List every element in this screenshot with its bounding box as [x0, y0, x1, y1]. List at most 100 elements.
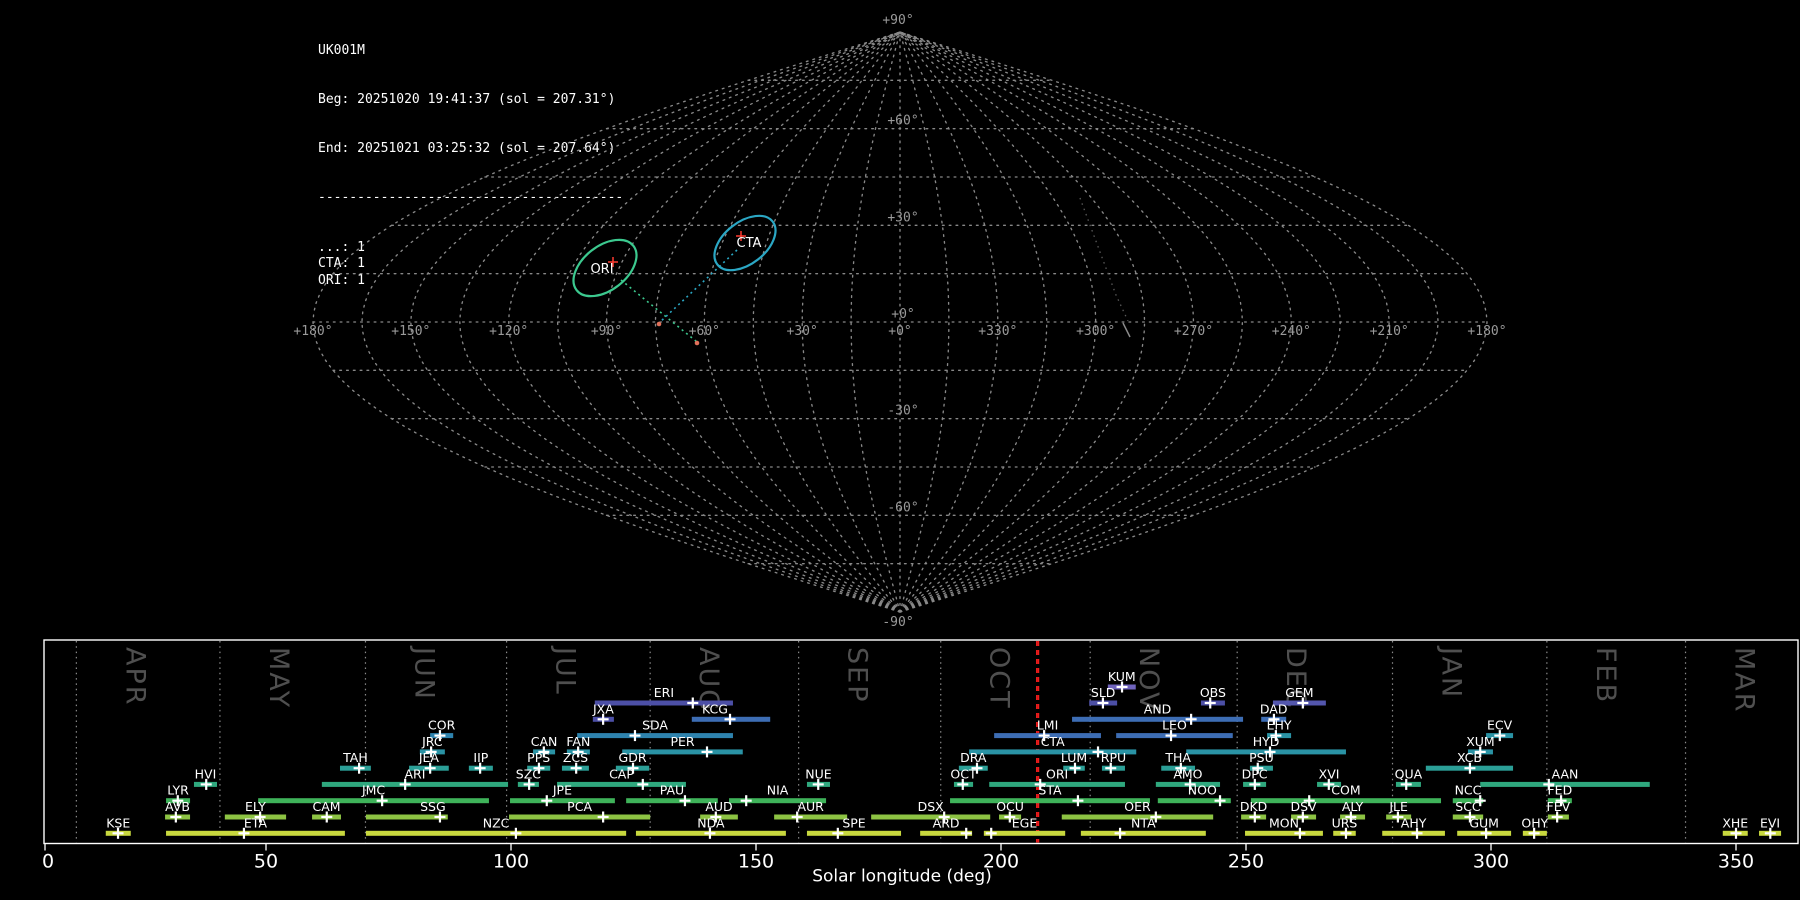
shower-label: KSE: [106, 815, 130, 830]
shower-label: OBS: [1200, 685, 1226, 700]
shower-jxa: JXA: [592, 701, 614, 725]
month-label: MAY: [263, 647, 294, 709]
x-tick-label: 0: [42, 851, 54, 873]
shower-label: TAH: [342, 750, 368, 765]
shower-label: ALY: [1342, 799, 1364, 814]
shower-label: ERI: [654, 685, 674, 700]
shower-label: OCT: [950, 766, 977, 781]
month-label: DEC: [1280, 647, 1311, 710]
shower-bar: [1081, 831, 1206, 836]
shower-label: SCC: [1455, 799, 1481, 814]
shower-label: ARD: [933, 815, 960, 830]
shower-label: DSX: [918, 799, 945, 814]
shower-label: PSU: [1249, 750, 1274, 765]
shower-label: FAN: [566, 734, 590, 749]
shower-label: OER: [1124, 799, 1151, 814]
shower-nda: NDA: [636, 815, 786, 839]
shower-label: EGE: [1012, 815, 1038, 830]
shower-ege: EGE: [984, 815, 1065, 839]
x-tick-label: 250: [1228, 851, 1264, 873]
shower-iip: IIP: [469, 750, 493, 774]
shower-rpu: RPU: [1101, 750, 1126, 774]
shower-label: URS: [1332, 815, 1358, 830]
shower-label: EHY: [1267, 718, 1292, 733]
shower-label: NCC: [1455, 783, 1482, 798]
shower-ohy: OHY: [1521, 815, 1548, 839]
shower-label: XCB: [1457, 750, 1482, 765]
shower-label: XUM: [1466, 734, 1495, 749]
shower-label: LYR: [167, 783, 189, 798]
x-tick-label: 350: [1718, 851, 1754, 873]
shower-bar: [1072, 717, 1243, 722]
month-label: JUL: [550, 645, 581, 696]
shower-label: RPU: [1101, 750, 1126, 765]
shower-label: NIA: [767, 783, 789, 798]
shower-label: NUE: [805, 766, 831, 781]
shower-bar: [258, 798, 489, 803]
shower-bar: [366, 831, 626, 836]
shower-label: KUM: [1108, 669, 1136, 684]
x-tick-label: 150: [738, 851, 774, 873]
x-tick-label: 100: [493, 851, 529, 873]
shower-bar: [577, 733, 733, 738]
shower-label: XVI: [1319, 766, 1340, 781]
shower-label: KCG: [702, 701, 728, 716]
shower-hvi: HVI: [194, 766, 217, 790]
shower-fev: FEV: [1547, 799, 1571, 823]
activity-timeline-chart: APRMAYJUNJULAUGSEPOCTNOVDECJANFEBMARKUME…: [0, 0, 1800, 900]
shower-label: CAP: [609, 766, 634, 781]
shower-label: NDA: [697, 815, 725, 830]
shower-label: GDR: [619, 750, 647, 765]
shower-label: ZCS: [563, 750, 588, 765]
shower-kse: KSE: [106, 815, 131, 839]
shower-label: IIP: [473, 750, 488, 765]
shower-bar: [322, 782, 508, 787]
shower-label: ARI: [404, 766, 425, 781]
shower-label: SZC: [516, 766, 541, 781]
shower-label: JMC: [361, 783, 385, 798]
shower-label: PPS: [527, 750, 550, 765]
shower-label: AAN: [1552, 766, 1579, 781]
x-axis-title: Solar longitude (deg): [812, 867, 992, 887]
shower-bar: [626, 798, 718, 803]
month-label: OCT: [984, 647, 1015, 710]
shower-bar: [807, 831, 901, 836]
shower-label: ECV: [1487, 718, 1513, 733]
shower-label: ETA: [244, 815, 268, 830]
month-label: JUN: [408, 645, 439, 701]
shower-obs: OBS: [1200, 685, 1226, 709]
shower-qua: QUA: [1395, 766, 1423, 790]
shower-label: COR: [428, 718, 456, 733]
shower-label: DAD: [1260, 701, 1288, 716]
shower-label: EVI: [1760, 815, 1780, 830]
shower-urs: URS: [1332, 815, 1358, 839]
shower-label: ELY: [245, 799, 266, 814]
shower-bar: [950, 798, 1150, 803]
shower-label: JRC: [421, 734, 443, 749]
shower-dpc: DPC: [1242, 766, 1268, 790]
shower-label: PCA: [567, 799, 592, 814]
shower-label: CAM: [312, 799, 340, 814]
shower-bar: [166, 831, 345, 836]
shower-xcb: XCB: [1426, 750, 1513, 774]
shower-cam: CAM: [312, 799, 341, 823]
shower-label: AMO: [1173, 766, 1202, 781]
shower-label: QUA: [1395, 766, 1423, 781]
shower-label: NOO: [1188, 783, 1217, 798]
shower-szc: SZC: [516, 766, 541, 790]
shower-label: SDA: [642, 718, 668, 733]
month-label: MAR: [1729, 647, 1760, 714]
x-tick-label: 300: [1473, 851, 1509, 873]
shower-label: HVI: [195, 766, 217, 781]
shower-label: JLE: [1388, 799, 1408, 814]
shower-label: THA: [1164, 750, 1191, 765]
shower-label: AHY: [1401, 815, 1427, 830]
shower-oct: OCT: [950, 766, 977, 790]
shower-label: AUD: [705, 799, 732, 814]
shower-bar: [510, 798, 615, 803]
shower-label: JEA: [418, 750, 440, 765]
shower-xhe: XHE: [1722, 815, 1748, 839]
shower-zcs: ZCS: [562, 750, 589, 774]
shower-label: CAN: [531, 734, 558, 749]
shower-label: GUM: [1469, 815, 1499, 830]
